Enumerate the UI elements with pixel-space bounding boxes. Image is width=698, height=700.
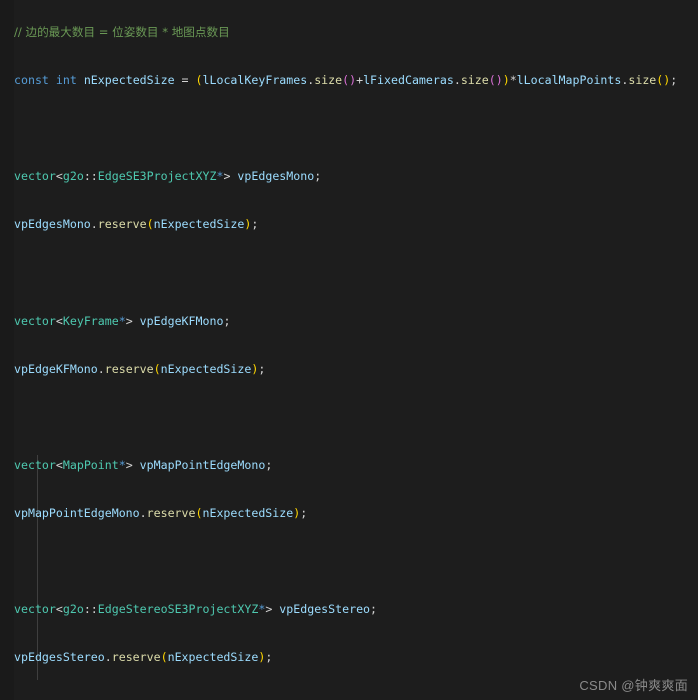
token-keyword: const [14,73,49,88]
code-line: vector<g2o::EdgeSE3ProjectXYZ*> vpEdgesM… [14,168,698,184]
token-variable: vpEdgeKFMono [139,313,224,328]
token-bracket: ( [146,217,154,232]
token-plain: < [55,457,63,472]
code-line: vpMapPointEdgeMono.reserve(nExpectedSize… [14,505,698,521]
token-function: reserve [146,505,196,520]
token-type: g2o [62,169,84,184]
token-bracket: ( [153,361,161,376]
token-keyword: * [118,457,126,472]
token-plain: < [55,602,63,616]
token-function: size [460,73,489,88]
token-plain: < [55,169,63,184]
token-bracket: ) [502,73,510,88]
token-type: g2o [62,602,84,616]
token-variable: vpEdgesStereo [279,602,371,616]
token-plain: . [139,505,147,520]
token-bracket: ( [195,73,203,88]
token-bracket: ( [160,650,168,665]
token-variable: vpMapPointEdgeMono [14,505,140,520]
token-variable: lLocalMapPoints [516,73,622,88]
token-bracket: ( [488,73,496,88]
token-plain: . [104,650,112,665]
token-variable: lFixedCameras [363,73,454,88]
token-plain: ; [265,650,273,665]
token-variable: nExpectedSize [83,73,175,88]
token-plain: ; [265,457,273,472]
token-function: size [628,73,657,88]
token-type: MapPoint [62,457,119,472]
token-function: reserve [111,650,161,665]
code-line: vector<MapPoint*> vpMapPointEdgeMono; [14,457,698,473]
token-plain: > [125,313,140,328]
token-keyword: * [118,313,126,328]
token-variable: nExpectedSize [153,217,245,232]
token-variable: vpEdgeKFMono [14,361,98,376]
token-plain: = [174,73,196,88]
token-variable: vpEdgesMono [14,217,91,232]
token-plain: :: [83,602,98,616]
code-line: vector<KeyFrame*> vpEdgeKFMono; [14,313,698,329]
token-variable: vpEdgesMono [237,169,315,184]
token-variable: lLocalKeyFrames [202,73,308,88]
code-line: vpEdgesMono.reserve(nExpectedSize); [14,216,698,232]
token-plain: ; [314,169,322,184]
code-line: vector<g2o::EdgeStereoSE3ProjectXYZ*> vp… [14,601,698,617]
token-plain: < [55,313,63,328]
token-function: reserve [97,217,147,232]
comment-token: // 边的最大数目 = 位姿数目 * 地图点数目 [14,25,230,40]
token-variable: nExpectedSize [202,505,294,520]
code-line: // 边的最大数目 = 位姿数目 * 地图点数目 [14,24,698,40]
token-plain: . [97,361,105,376]
token-plain: ; [670,73,678,88]
token-variable: vpEdgesStereo [14,650,105,665]
token-type: EdgeStereoSE3ProjectXYZ [97,602,259,616]
token-keyword: int [55,73,77,88]
editor-gutter [0,0,14,700]
code-line: vpEdgeKFMono.reserve(nExpectedSize); [14,361,698,377]
token-variable: nExpectedSize [160,361,252,376]
token-plain: > [265,602,280,616]
token-plain: ; [300,505,308,520]
code-line: vpEdgesStereo.reserve(nExpectedSize); [14,649,698,665]
token-type: KeyFrame [62,313,119,328]
csdn-watermark: CSDN @钟爽爽面 [579,678,688,693]
token-plain: * [509,73,517,88]
token-type: vector [14,169,56,184]
token-plain: ; [223,313,231,328]
token-type: vector [14,457,56,472]
token-function: reserve [104,361,154,376]
token-plain: ; [251,217,259,232]
token-type: EdgeSE3ProjectXYZ [97,169,217,184]
token-plain: . [453,73,461,88]
token-type: vector [14,602,56,616]
token-plain: ; [258,361,266,376]
token-variable: nExpectedSize [167,650,259,665]
token-plain: :: [83,169,98,184]
token-plain: > [223,169,238,184]
token-function: size [314,73,343,88]
code-editor[interactable]: // 边的最大数目 = 位姿数目 * 地图点数目 const int nExpe… [0,0,698,700]
code-content[interactable]: // 边的最大数目 = 位姿数目 * 地图点数目 const int nExpe… [14,0,698,700]
token-type: vector [14,313,56,328]
token-plain: > [125,457,140,472]
token-variable: vpMapPointEdgeMono [139,457,266,472]
token-bracket: ) [495,73,503,88]
code-line: const int nExpectedSize = (lLocalKeyFram… [14,72,698,88]
token-plain: ; [370,602,378,616]
token-plain: . [90,217,98,232]
